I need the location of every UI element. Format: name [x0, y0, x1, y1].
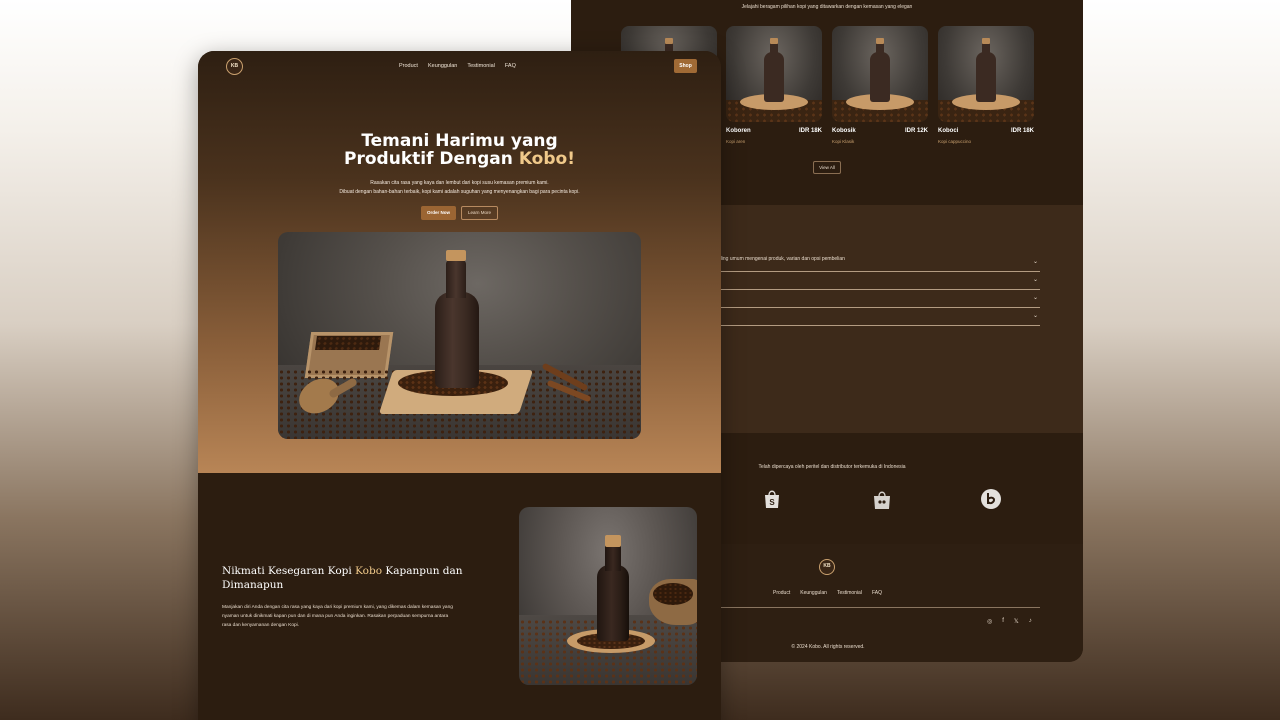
footer-nav-keunggulan[interactable]: Keunggulan [800, 590, 827, 596]
hero-desc-line2: Dibuat dengan bahan-bahan terbaik, kopi … [339, 189, 580, 195]
footer-nav-faq[interactable]: FAQ [872, 590, 882, 596]
about-title-accent: Kobo [355, 565, 383, 577]
about-title: Nikmati Kesegaran Kopi Kobo Kapanpun dan… [222, 564, 472, 592]
product-card-koboren[interactable]: Koboren IDR 18K Kopi aren [726, 26, 822, 144]
hero-product-image [278, 232, 641, 439]
product-price: IDR 18K [1010, 128, 1034, 134]
about-product-image [519, 507, 697, 685]
hero-title-line2: Produktif Dengan Kobo! [198, 150, 721, 168]
about-title-prefix: Nikmati Kesegaran Kopi [222, 565, 356, 577]
front-page-mockup: KB Product Keunggulan Testimonial FAQ Sh… [198, 51, 721, 720]
about-section: Nikmati Kesegaran Kopi Kobo Kapanpun dan… [198, 473, 721, 720]
instagram-icon[interactable]: ◎ [987, 618, 992, 625]
hero-description: Rasakan cita rasa yang kaya dan lembut d… [198, 179, 721, 197]
nav-faq[interactable]: FAQ [505, 63, 516, 69]
shop-button[interactable]: Shop [674, 59, 697, 73]
nav-keunggulan[interactable]: Keunggulan [428, 63, 457, 69]
faq-divider [721, 325, 1040, 326]
nav-product[interactable]: Product [399, 63, 418, 69]
chevron-down-icon[interactable]: ⌄ [1033, 312, 1038, 319]
footer-divider [721, 607, 1040, 608]
bukalapak-icon[interactable] [980, 488, 1002, 510]
product-variant: Kopi aren [726, 139, 746, 144]
faq-divider [721, 307, 1040, 308]
footer-nav-testimonial[interactable]: Testimonial [837, 590, 862, 596]
hero-desc-line1: Rasakan cita rasa yang kaya dan lembut d… [370, 180, 549, 186]
order-now-button[interactable]: Order Now [421, 206, 456, 220]
faq-divider [721, 289, 1040, 290]
about-description: Manjakan diri Anda dengan cita rasa yang… [222, 605, 453, 628]
footer-logo[interactable]: KB [819, 559, 835, 575]
product-image [726, 26, 822, 122]
product-name: Koboren [726, 128, 751, 134]
product-card-kobosik[interactable]: Kobosik IDR 12K Kopi Klasik [832, 26, 928, 144]
tokopedia-icon[interactable] [871, 488, 893, 510]
social-links: ◎ f 𝕏 ♪ [987, 618, 1032, 625]
svg-text:S: S [769, 498, 775, 507]
chevron-down-icon[interactable]: ⌄ [1033, 276, 1038, 283]
faq-divider [721, 271, 1040, 272]
hero-title-prefix: Produktif Dengan [344, 149, 519, 169]
x-icon[interactable]: 𝕏 [1014, 618, 1019, 625]
product-name: Kobosik [832, 128, 856, 134]
product-name: Koboci [938, 128, 959, 134]
product-variant: Kopi cappuccino [938, 139, 972, 144]
view-all-button[interactable]: View All [813, 161, 841, 174]
hero-title-line1: Temani Harimu yang [361, 131, 558, 151]
tiktok-icon[interactable]: ♪ [1029, 618, 1032, 625]
facebook-icon[interactable]: f [1002, 618, 1004, 625]
footer-nav-product[interactable]: Product [773, 590, 790, 596]
product-image [832, 26, 928, 122]
products-subtitle: Jelajahi beragam pilihan kopi yang ditaw… [741, 4, 913, 10]
hero-title: Temani Harimu yang Produktif Dengan Kobo… [198, 132, 721, 168]
product-price: IDR 12K [904, 128, 928, 134]
hero-section: KB Product Keunggulan Testimonial FAQ Sh… [198, 51, 721, 473]
product-price: IDR 18K [798, 128, 822, 134]
chevron-down-icon[interactable]: ⌄ [1033, 258, 1038, 265]
faq-subtitle: ding umum mengenai produk, varian dan op… [719, 256, 845, 262]
kobo-logo[interactable]: KB [226, 58, 243, 75]
shopee-icon[interactable]: S [761, 488, 783, 510]
product-variant: Kopi Klasik [832, 139, 855, 144]
product-card-koboci[interactable]: Koboci IDR 18K Kopi cappuccino [938, 26, 1034, 144]
hero-title-accent: Kobo! [518, 149, 575, 169]
nav-testimonial[interactable]: Testimonial [467, 63, 495, 69]
product-image [938, 26, 1034, 122]
main-nav: Product Keunggulan Testimonial FAQ [399, 63, 516, 69]
learn-more-button[interactable]: Learn More [461, 206, 498, 220]
chevron-down-icon[interactable]: ⌄ [1033, 294, 1038, 301]
footer-nav: Product Keunggulan Testimonial FAQ [773, 590, 882, 596]
